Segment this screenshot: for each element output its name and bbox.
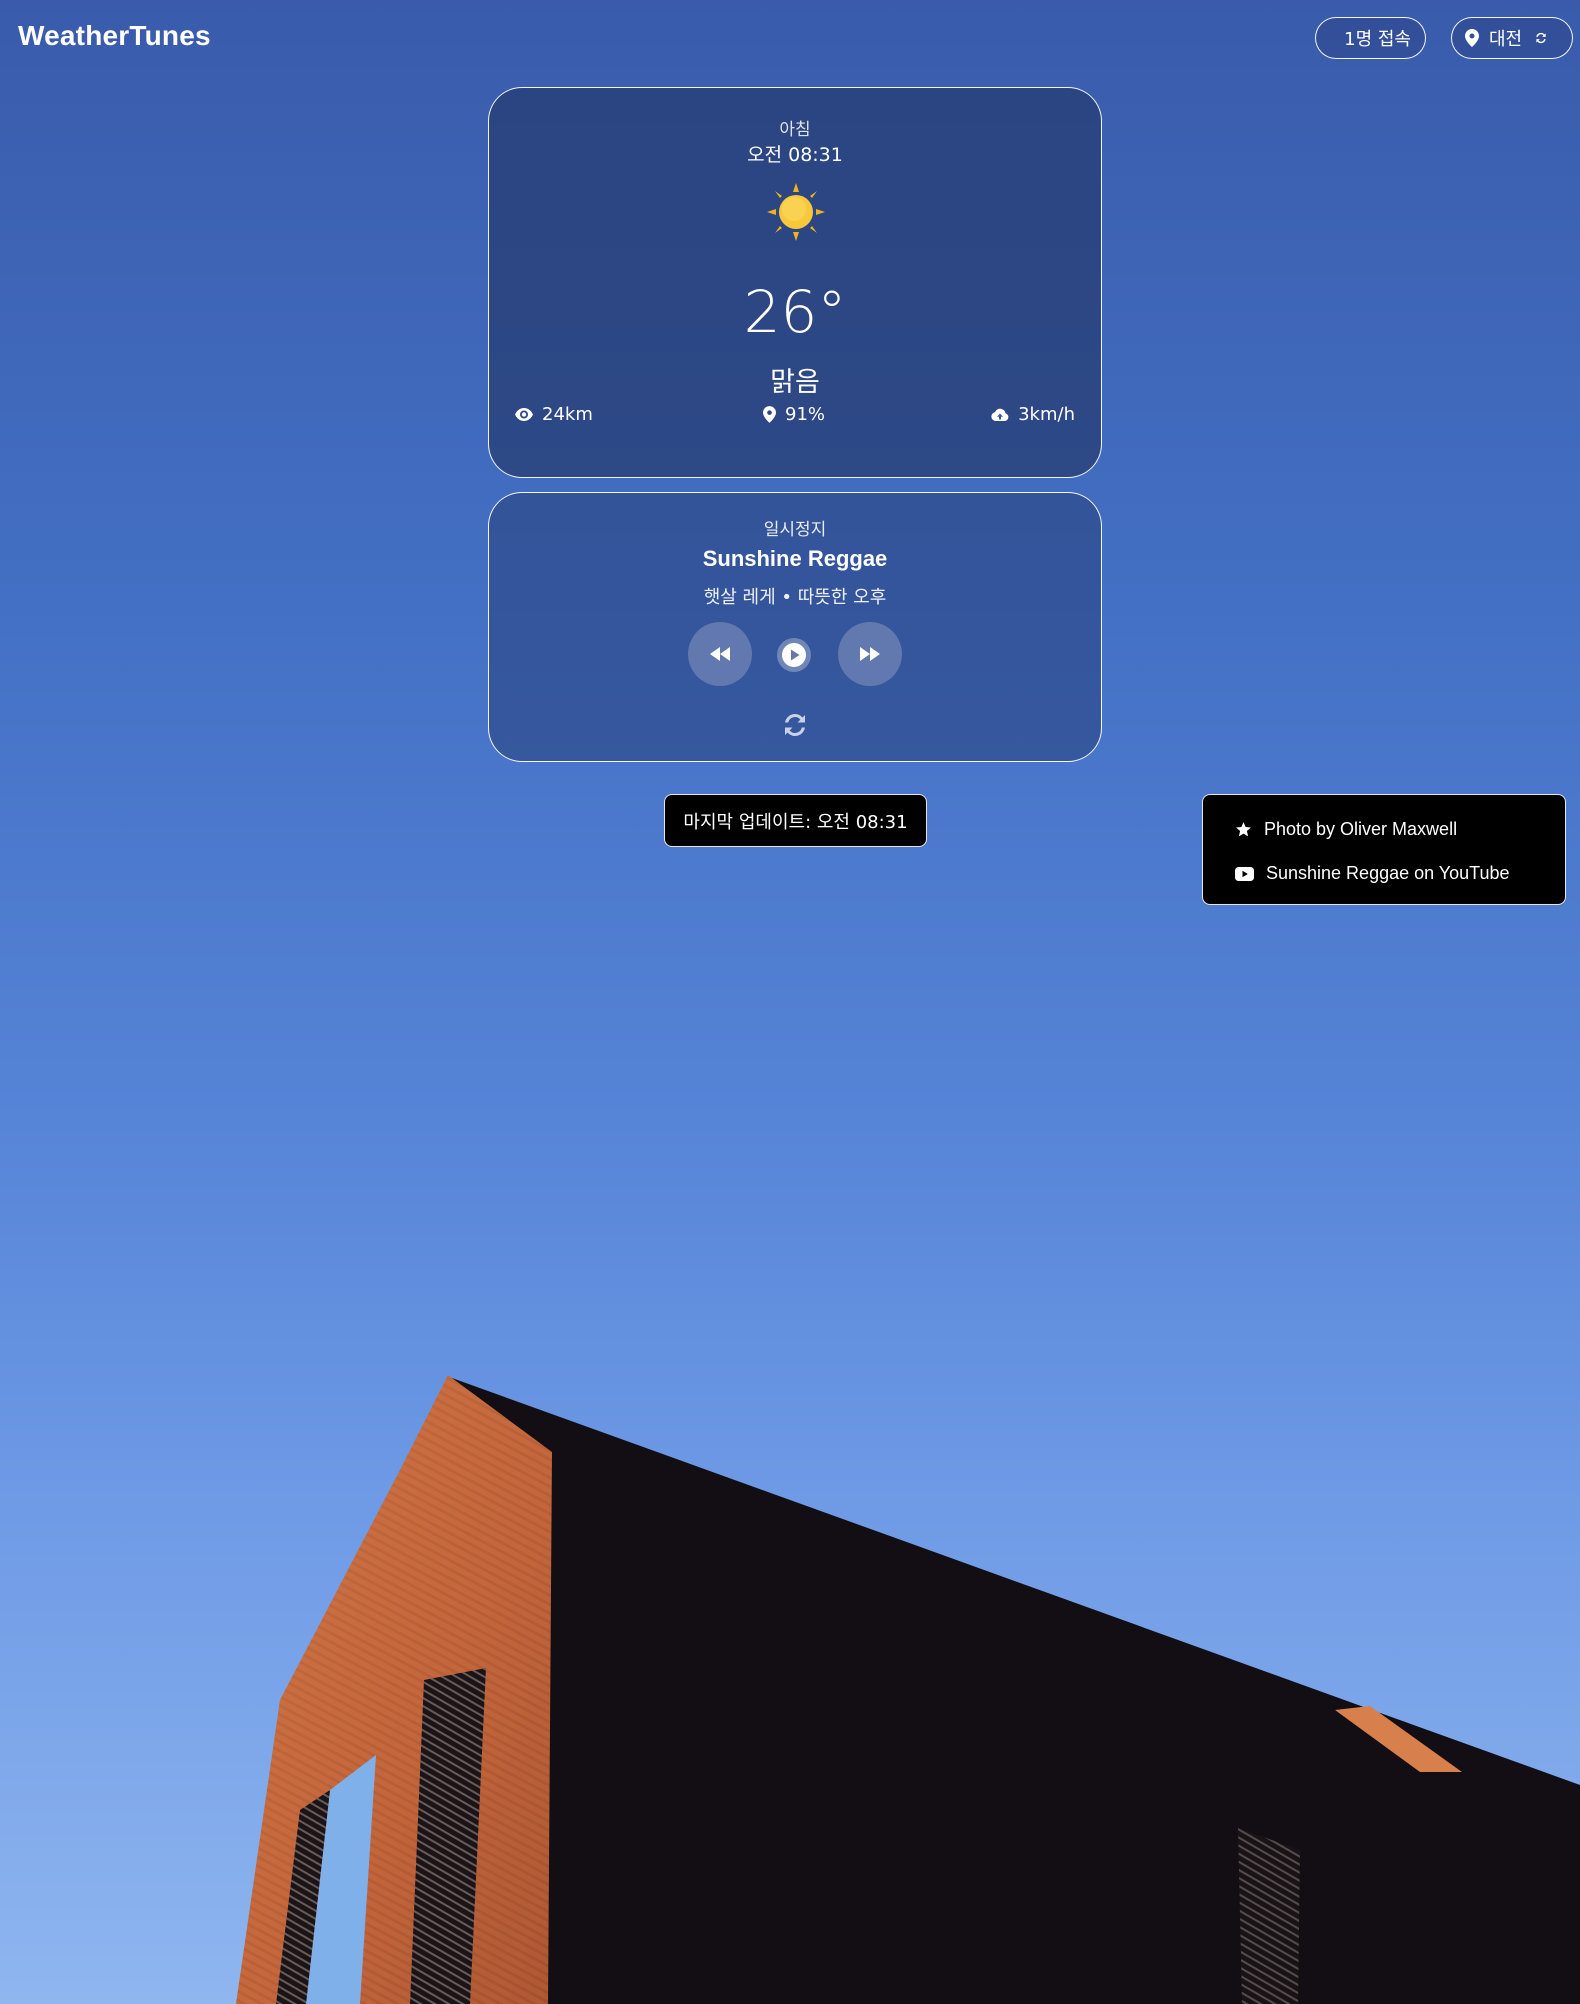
rewind-icon: [710, 647, 730, 661]
map-pin-icon: [1465, 29, 1479, 47]
play-button[interactable]: [777, 638, 811, 672]
refresh-icon[interactable]: [1534, 31, 1548, 45]
humidity-value: 91%: [785, 404, 826, 425]
current-time: 오전 08:31: [747, 144, 843, 166]
music-player-card: 일시정지 Sunshine Reggae 햇살 레게 • 따뜻한 오후: [488, 492, 1102, 762]
visibility-value: 24km: [542, 404, 593, 425]
rewind-button[interactable]: [688, 622, 752, 686]
location-label: 대전: [1489, 29, 1523, 50]
playback-status: 일시정지: [763, 520, 827, 540]
photo-credit-link[interactable]: Photo by Oliver Maxwell: [1235, 819, 1457, 840]
top-bar: WeatherTunes 1명 접속 대전: [0, 0, 1580, 76]
last-updated-badge: 마지막 업데이트: 오전 08:31: [664, 794, 927, 847]
shuffle-refresh-icon[interactable]: [780, 710, 810, 740]
visibility-stat: 24km: [515, 404, 593, 425]
wind-stat: 3km/h: [991, 404, 1075, 425]
youtube-label: Sunshine Reggae on YouTube: [1266, 863, 1510, 883]
location-button[interactable]: 대전: [1451, 17, 1573, 59]
online-users-label: 1명 접속: [1344, 29, 1411, 50]
youtube-link[interactable]: Sunshine Reggae on YouTube: [1235, 863, 1510, 884]
weather-condition: 맑음: [770, 367, 820, 398]
temperature: 26°: [743, 278, 847, 346]
play-icon: [782, 643, 806, 667]
youtube-icon: [1235, 866, 1254, 881]
time-of-day-label: 아침: [779, 120, 811, 140]
fast-forward-icon: [860, 647, 880, 661]
humidity-stat: 91%: [763, 404, 825, 425]
last-updated-label: 마지막 업데이트: 오전 08:31: [683, 811, 908, 833]
photo-credit-label: Photo by Oliver Maxwell: [1264, 819, 1458, 839]
sun-icon: [767, 183, 825, 241]
location-pin-icon: [763, 406, 776, 423]
weather-card: 아침 오전 08:31 26° 맑음 24km 91% 3km/h: [488, 87, 1102, 478]
online-users-badge: 1명 접속: [1315, 17, 1426, 59]
fast-forward-button[interactable]: [838, 622, 902, 686]
app-title: WeatherTunes: [18, 20, 211, 51]
track-subtitle: 햇살 레게 • 따뜻한 오후: [703, 587, 887, 608]
credits-panel: Photo by Oliver Maxwell Sunshine Reggae …: [1202, 794, 1566, 905]
track-title: Sunshine Reggae: [702, 546, 888, 571]
wind-value: 3km/h: [1018, 404, 1075, 425]
star-icon: [1236, 822, 1251, 837]
cloud-icon: [991, 408, 1009, 421]
eye-icon: [515, 408, 533, 421]
